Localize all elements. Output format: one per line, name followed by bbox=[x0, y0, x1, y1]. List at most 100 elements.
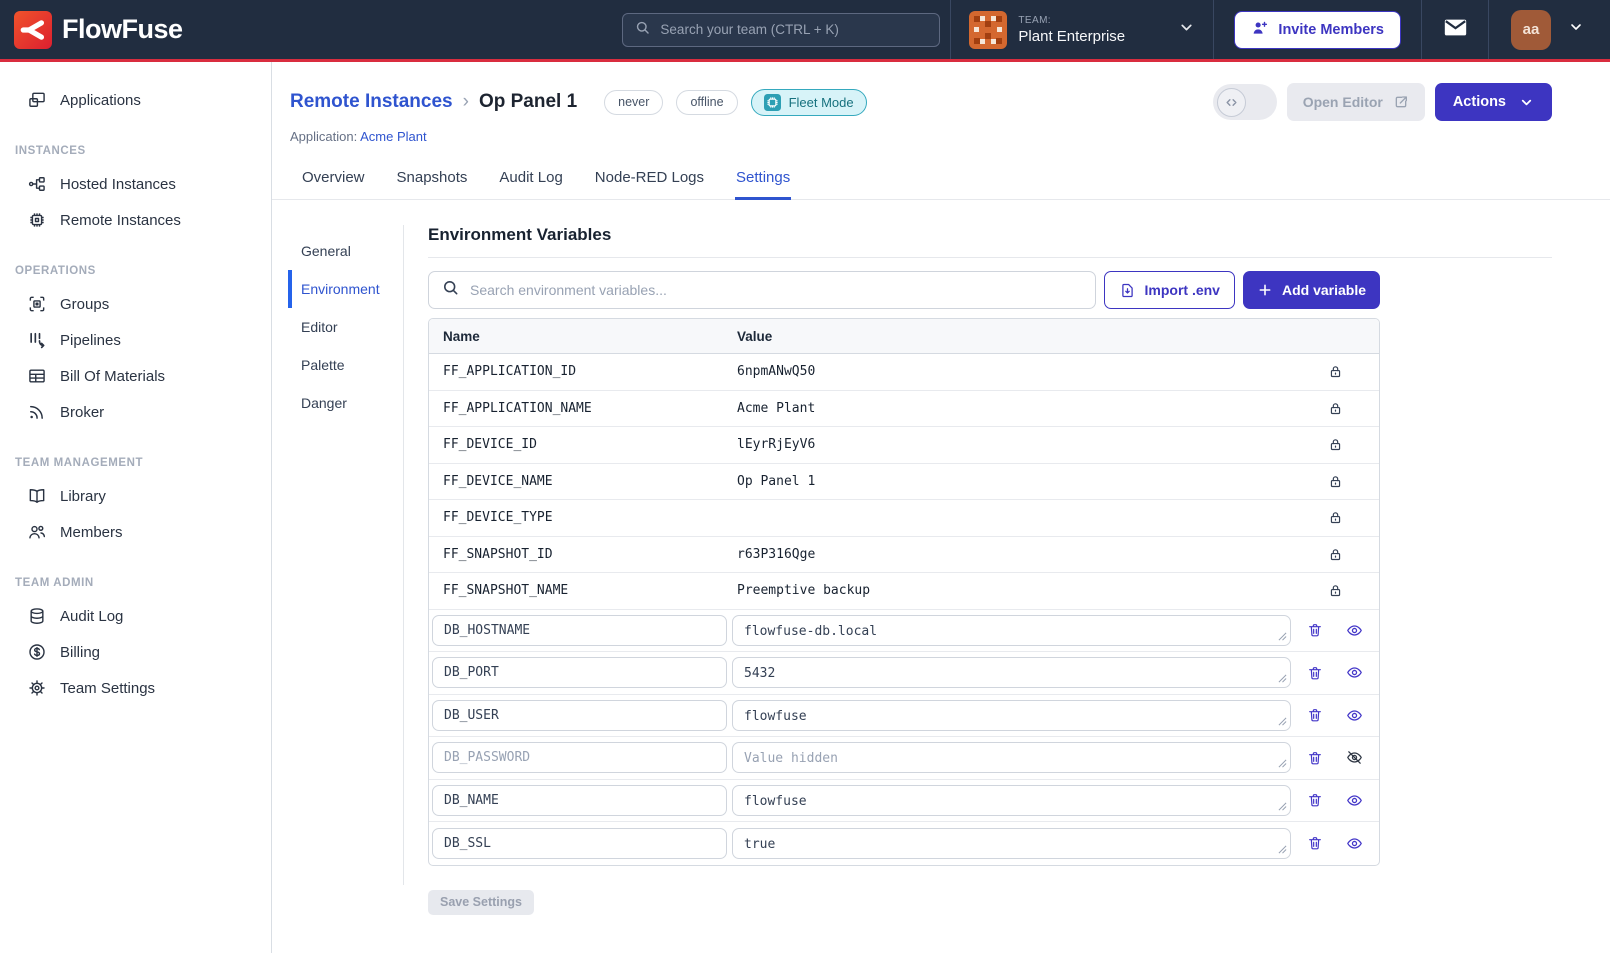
sidebar-item-label: Billing bbox=[60, 644, 100, 661]
sidebar-item-hosted-instances[interactable]: Hosted Instances bbox=[0, 166, 271, 202]
tab-overview[interactable]: Overview bbox=[301, 159, 366, 200]
env-var-name-input[interactable] bbox=[432, 785, 727, 816]
sidebar-item-remote-instances[interactable]: Remote Instances bbox=[0, 202, 271, 238]
notifications-button[interactable] bbox=[1422, 14, 1488, 46]
eye-off-icon bbox=[1346, 749, 1363, 766]
sidebar-item-broker[interactable]: Broker bbox=[0, 394, 271, 430]
env-var-name-input[interactable] bbox=[432, 828, 727, 859]
application-link[interactable]: Acme Plant bbox=[360, 129, 426, 144]
settings-nav-environment[interactable]: Environment bbox=[288, 270, 403, 308]
hide-value-button[interactable] bbox=[1346, 749, 1363, 766]
env-var-value-input[interactable] bbox=[732, 828, 1291, 859]
env-search[interactable] bbox=[428, 271, 1096, 309]
eye-icon bbox=[1346, 664, 1363, 681]
settings-nav-danger[interactable]: Danger bbox=[288, 384, 403, 422]
save-settings-button[interactable]: Save Settings bbox=[428, 890, 534, 915]
sidebar-item-applications[interactable]: Applications bbox=[0, 82, 271, 118]
brand-name: FlowFuse bbox=[62, 14, 183, 45]
delete-variable-button[interactable] bbox=[1307, 792, 1323, 808]
resize-handle[interactable] bbox=[1278, 802, 1287, 811]
gear-icon bbox=[27, 678, 47, 698]
flowfuse-logo[interactable]: FlowFuse bbox=[14, 11, 183, 49]
env-var-value-input[interactable] bbox=[732, 742, 1291, 773]
row-actions bbox=[1291, 510, 1379, 525]
sidebar-item-library[interactable]: Library bbox=[0, 478, 271, 514]
resize-handle[interactable] bbox=[1278, 759, 1287, 768]
resize-handle[interactable] bbox=[1278, 674, 1287, 683]
env-var-name-input[interactable] bbox=[432, 657, 727, 688]
show-value-button[interactable] bbox=[1346, 835, 1363, 852]
developer-mode-toggle[interactable] bbox=[1213, 84, 1277, 120]
env-var-value: 6npmANwQ50 bbox=[737, 364, 1291, 379]
sidebar-item-pipelines[interactable]: Pipelines bbox=[0, 322, 271, 358]
sidebar-item-groups[interactable]: Groups bbox=[0, 286, 271, 322]
delete-variable-button[interactable] bbox=[1307, 835, 1323, 851]
delete-variable-button[interactable] bbox=[1307, 665, 1323, 681]
actions-button[interactable]: Actions bbox=[1435, 83, 1552, 121]
breadcrumb-remote-instances-link[interactable]: Remote Instances bbox=[290, 91, 453, 112]
sidebar-item-team-settings[interactable]: Team Settings bbox=[0, 670, 271, 706]
show-value-button[interactable] bbox=[1346, 792, 1363, 809]
environment-panel: Environment Variables Impor bbox=[404, 225, 1552, 915]
delete-variable-button[interactable] bbox=[1307, 622, 1323, 638]
import-env-button[interactable]: Import .env bbox=[1104, 271, 1235, 309]
env-var-name: FF_DEVICE_NAME bbox=[429, 474, 737, 489]
team-search-input[interactable] bbox=[660, 22, 928, 37]
tab-settings[interactable]: Settings bbox=[735, 159, 791, 200]
tab-snapshots[interactable]: Snapshots bbox=[396, 159, 469, 200]
sidebar-item-bill-of-materials[interactable]: Bill Of Materials bbox=[0, 358, 271, 394]
sidebar-item-billing[interactable]: Billing bbox=[0, 634, 271, 670]
team-selector[interactable]: TEAM: Plant Enterprise bbox=[951, 11, 1213, 49]
chevron-down-icon bbox=[1178, 19, 1195, 41]
delete-variable-button[interactable] bbox=[1307, 707, 1323, 723]
row-actions bbox=[1291, 664, 1379, 681]
row-actions bbox=[1291, 622, 1379, 639]
fleet-mode-badge: Fleet Mode bbox=[751, 89, 867, 116]
row-actions bbox=[1291, 364, 1379, 379]
env-var-value-input[interactable] bbox=[732, 700, 1291, 731]
env-var-value-input[interactable] bbox=[732, 615, 1291, 646]
app-screen: FlowFuse TEAM: Plant Enterprise bbox=[0, 0, 1610, 953]
resize-handle[interactable] bbox=[1278, 717, 1287, 726]
settings-nav-general[interactable]: General bbox=[288, 232, 403, 270]
env-var-name-input[interactable] bbox=[432, 700, 727, 731]
audit-log-icon bbox=[27, 606, 47, 626]
env-var-name-input[interactable] bbox=[432, 742, 727, 773]
env-search-input[interactable] bbox=[470, 282, 1083, 298]
environment-toolbar: Import .env Add variable bbox=[428, 271, 1380, 309]
invite-members-button[interactable]: Invite Members bbox=[1234, 11, 1401, 49]
row-actions bbox=[1291, 749, 1379, 766]
user-menu[interactable]: aa bbox=[1489, 10, 1610, 50]
env-var-value-cell bbox=[732, 700, 1291, 731]
sidebar-item-members[interactable]: Members bbox=[0, 514, 271, 550]
team-search[interactable] bbox=[622, 13, 940, 47]
search-icon bbox=[441, 278, 460, 302]
mail-icon bbox=[1442, 14, 1469, 46]
row-actions bbox=[1291, 707, 1379, 724]
resize-handle[interactable] bbox=[1278, 632, 1287, 641]
lock-icon bbox=[1328, 437, 1343, 452]
trash-icon bbox=[1307, 792, 1323, 808]
env-var-value-input[interactable] bbox=[732, 785, 1291, 816]
user-avatar: aa bbox=[1511, 10, 1551, 50]
open-editor-button[interactable]: Open Editor bbox=[1287, 83, 1425, 121]
resize-handle[interactable] bbox=[1278, 845, 1287, 854]
env-var-name-input[interactable] bbox=[432, 615, 727, 646]
add-variable-button[interactable]: Add variable bbox=[1243, 271, 1380, 309]
fleet-mode-label: Fleet Mode bbox=[789, 95, 854, 110]
tab-audit-log[interactable]: Audit Log bbox=[498, 159, 563, 200]
show-value-button[interactable] bbox=[1346, 707, 1363, 724]
show-value-button[interactable] bbox=[1346, 622, 1363, 639]
env-var-value-input[interactable] bbox=[732, 657, 1291, 688]
delete-variable-button[interactable] bbox=[1307, 750, 1323, 766]
settings-nav-palette[interactable]: Palette bbox=[288, 346, 403, 384]
env-var-name: FF_DEVICE_ID bbox=[429, 437, 737, 452]
show-value-button[interactable] bbox=[1346, 664, 1363, 681]
sidebar-item-audit-log[interactable]: Audit Log bbox=[0, 598, 271, 634]
tab-node-red-logs[interactable]: Node-RED Logs bbox=[594, 159, 705, 200]
invite-members-label: Invite Members bbox=[1278, 22, 1384, 38]
settings-nav-editor[interactable]: Editor bbox=[288, 308, 403, 346]
sidebar-item-label: Members bbox=[60, 524, 123, 541]
sidebar-item-label: Hosted Instances bbox=[60, 176, 176, 193]
application-label: Application: bbox=[290, 129, 357, 144]
